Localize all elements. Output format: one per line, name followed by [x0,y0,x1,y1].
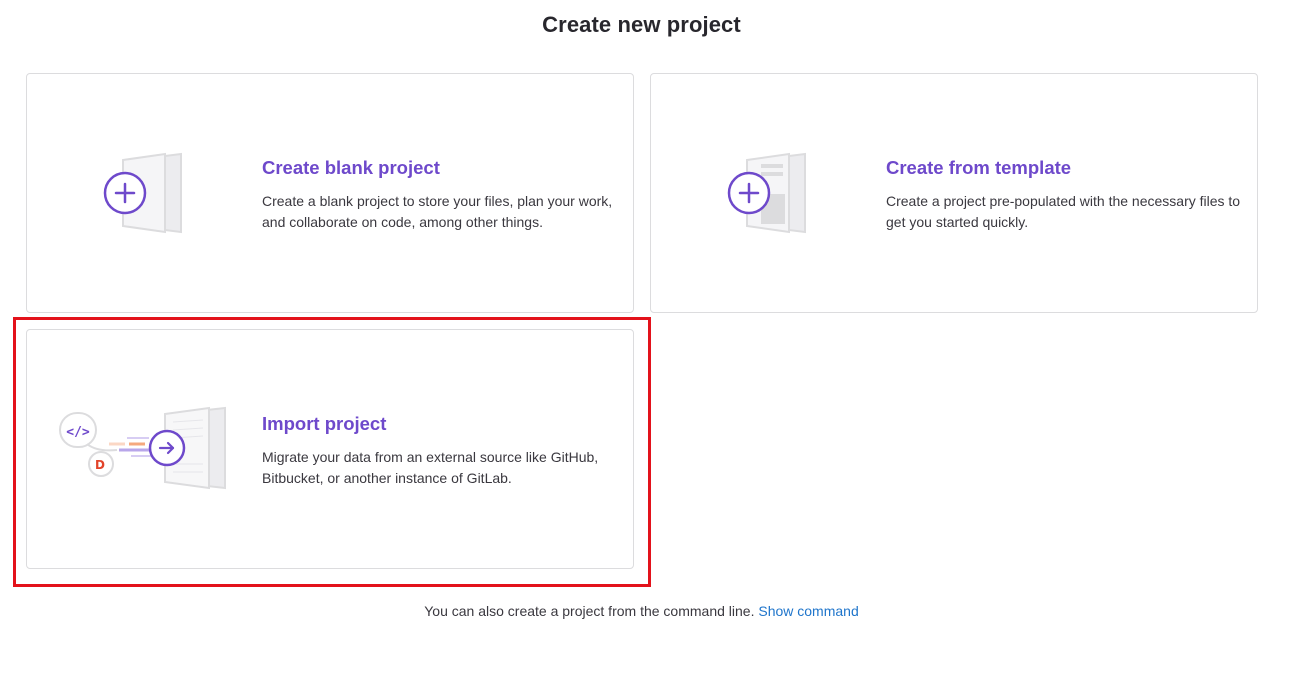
card-description: Migrate your data from an external sourc… [262,449,599,486]
command-line-text: You can also create a project from the c… [424,603,755,619]
import-project-icon: </> D [57,406,237,492]
import-project-card[interactable]: </> D Import project Migrate your data f… [26,329,634,569]
create-from-template-card[interactable]: Create from template Create a project pr… [650,73,1258,313]
create-blank-project-card[interactable]: Create blank project Create a blank proj… [26,73,634,313]
card-description: Create a blank project to store your fil… [262,193,613,230]
card-description: Create a project pre-populated with the … [886,193,1241,230]
new-project-page: Create new project Create blank project … [0,0,1295,679]
card-title: Import project [262,413,387,434]
card-title: Create from template [886,157,1072,178]
command-line-hint: You can also create a project from the c… [0,603,1283,619]
template-project-icon [725,152,815,234]
svg-text:</>: </> [66,425,90,440]
page-title: Create new project [542,12,741,37]
svg-text:D: D [95,458,105,472]
blank-project-icon [101,152,191,234]
show-command-link[interactable]: Show command [758,603,858,619]
card-title: Create blank project [262,157,440,178]
